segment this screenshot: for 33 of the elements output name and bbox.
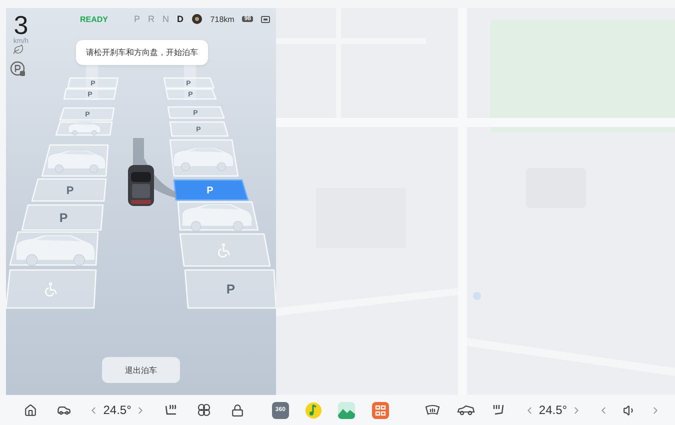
home-icon[interactable] — [24, 404, 37, 416]
range-value: 718km — [210, 14, 234, 24]
dashcam-icon — [261, 15, 270, 23]
parking-slot[interactable] — [173, 179, 249, 201]
exit-parking-button[interactable]: 退出泊车 — [102, 357, 180, 383]
seat-heat-icon[interactable] — [164, 403, 178, 417]
eco-leaf-icon[interactable] — [12, 44, 24, 55]
fan-icon[interactable] — [197, 403, 212, 417]
parking-assist-icon[interactable] — [10, 61, 26, 77]
defrost-icon[interactable] — [425, 404, 440, 416]
gear-label: P — [134, 14, 140, 24]
seat-fan-icon[interactable] — [492, 403, 506, 417]
slot-label: P — [226, 282, 236, 297]
gallery-app-icon[interactable] — [338, 402, 356, 418]
wheelchair-icon — [218, 243, 230, 258]
driver-temperature: 24.5° — [103, 403, 132, 417]
parking-hint-toast: 请松开刹车和方向盘，开始泊车 — [76, 40, 208, 65]
gear-label: R — [148, 14, 155, 24]
lock-icon[interactable] — [230, 404, 244, 416]
gear-label: D — [177, 14, 184, 24]
speed-value: 3 — [14, 12, 28, 38]
slot-label: P — [206, 186, 214, 197]
apps-grid-icon[interactable] — [372, 402, 389, 418]
gear-label: N — [162, 14, 170, 24]
ego-car-drawing — [128, 165, 154, 206]
slot-label: P — [66, 184, 74, 197]
passenger-temperature: 24.5° — [538, 403, 568, 417]
slot-label: P — [59, 211, 68, 225]
round-badge-icon — [192, 14, 202, 24]
wheelchair-icon — [45, 282, 58, 296]
music-app-icon[interactable] — [305, 402, 322, 418]
ready-status: READY — [80, 14, 108, 24]
car-trunk-icon[interactable] — [457, 404, 476, 416]
